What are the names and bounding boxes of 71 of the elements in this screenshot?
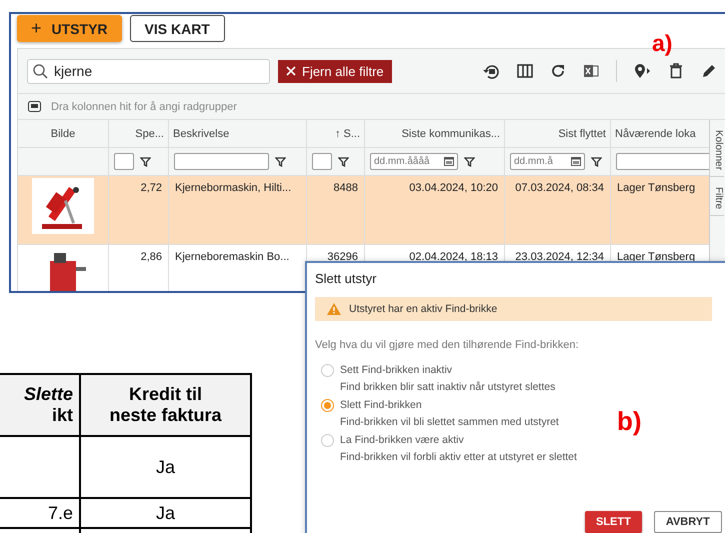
table-header: Kredit til neste faktura [80,374,251,436]
column-header[interactable]: Bilde [50,128,76,140]
dialog-prompt: Velg hva du vil gjøre med den tilhørende Find-brikken: [315,339,580,351]
group-hint: Dra kolonnen hit for å angi radgrupper [51,100,237,112]
option-description: Find-brikken vil bli slettet sammen med utstyret [340,416,559,428]
filter-icon[interactable] [338,156,349,166]
option-label[interactable]: La Find-brikken være aktiv [340,434,577,446]
filter-field[interactable] [174,153,269,170]
table-cell: Lager Tønsberg [617,182,696,194]
table-cell: 02.04.2024, 18:13 [409,251,498,263]
calendar-icon[interactable] [444,157,454,166]
option-description: Find brikken blir satt inaktiv når utstyret slettes [340,381,556,393]
callout-label: a) [652,30,672,57]
delete-button[interactable]: SLETT [585,511,642,533]
table-cell: 2,86 [140,251,162,263]
table-cell: Lager Tønsberg [617,251,696,263]
dialog-title: Slett utstyr [315,271,378,286]
radio-button[interactable] [321,364,334,377]
date-filter-field[interactable]: dd.mm.åååå [370,153,458,170]
spreadsheet-icon[interactable] [583,63,599,79]
history-icon[interactable] [482,63,500,79]
filter-icon[interactable] [464,156,475,166]
columns-icon[interactable] [517,63,533,79]
warning-icon [327,303,341,315]
add-equipment-button[interactable]: + UTSTYR [17,15,122,42]
warning-text: Utstyret har en aktiv Find-brikke [349,303,498,315]
column-header[interactable]: Sist flyttet [558,128,606,140]
callout-label: b) [617,406,642,437]
group-icon [28,101,41,112]
delete-icon[interactable] [668,63,684,79]
column-header[interactable]: Spe... [135,128,164,140]
table-cell: 7.e [0,498,80,528]
side-tab[interactable]: Filtre [710,181,724,216]
table-cell: 07.03.2024, 08:34 [515,182,604,194]
column-header[interactable]: Nåværende loka [615,128,696,140]
filter-field[interactable] [114,153,134,170]
column-header[interactable]: Siste kommunikas... [402,128,500,140]
column-header[interactable]: ↑ S... [334,128,360,140]
column-header[interactable]: Beskrivelse [173,128,230,140]
edit-icon[interactable] [701,63,717,79]
filter-icon[interactable] [140,156,151,166]
table-cell: 2,72 [140,182,162,194]
table-cell: Ja [80,498,251,528]
date-filter-field[interactable]: dd.mm.å [510,153,585,170]
option-description: Find-brikken vil forbli aktiv etter at utstyret er slettet [340,451,577,463]
filter-icon[interactable] [591,156,602,166]
side-tab[interactable]: Kolonner [710,124,724,178]
close-icon [286,66,296,76]
option-label[interactable]: Sett Find-brikken inaktiv [340,364,556,376]
map-button[interactable]: VIS KART [130,15,225,42]
table-cell: Ja [80,436,251,498]
cancel-button[interactable]: AVBRYT [654,511,722,533]
option-label[interactable]: Slett Find-brikken [340,399,559,411]
filter-field[interactable] [312,153,332,170]
table-cell: 8488 [334,182,358,194]
table-cell: 36296 [327,251,358,263]
refresh-icon[interactable] [550,63,566,79]
table-header: Slette ikt [0,374,80,436]
location-pin-icon[interactable] [634,63,651,79]
table-cell: Kjernebormaskin, Hilti... [175,182,292,194]
clear-filters-button[interactable]: Fjern alle filtre [278,60,392,82]
search-icon [33,64,48,78]
radio-button[interactable] [321,399,334,412]
table-cell: 23.03.2024, 12:34 [515,251,604,263]
table-cell: 03.04.2024, 10:20 [409,182,498,194]
radio-button[interactable] [321,434,334,447]
calendar-icon[interactable] [571,157,581,166]
filter-icon[interactable] [275,156,286,166]
filter-field[interactable] [616,153,709,170]
search-field[interactable]: kjerne [27,58,270,84]
table-cell: Kjerneboremaskin Bo... [175,251,290,263]
